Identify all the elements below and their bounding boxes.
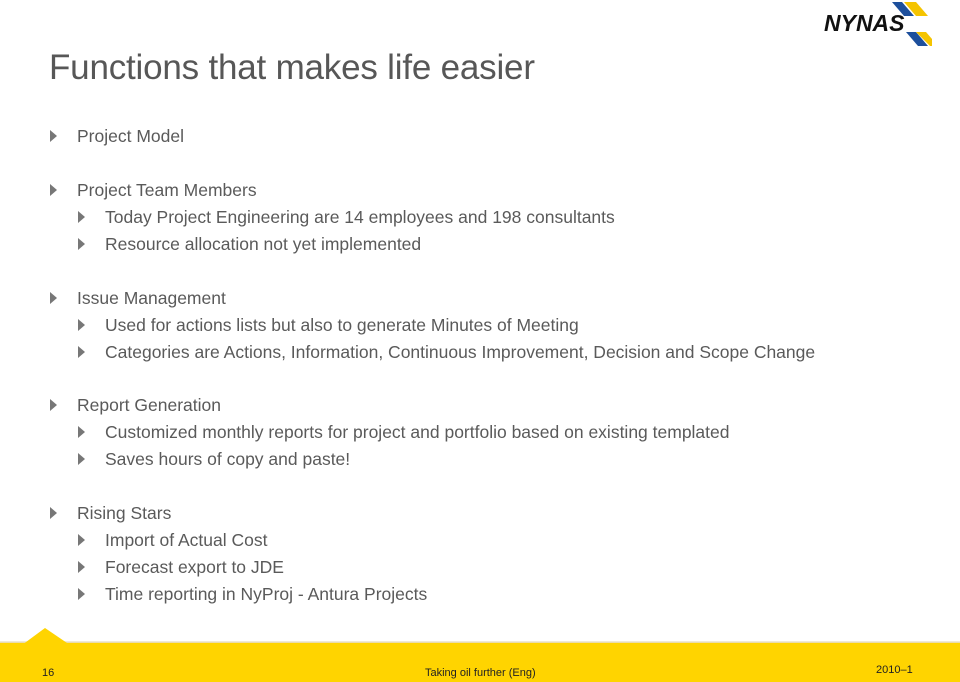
slide-title: Functions that makes life easier: [49, 48, 535, 87]
bullet-text: Rising Stars: [77, 503, 172, 523]
bullet-text: Project Team Members: [77, 180, 257, 200]
nynas-logo: NYNAS: [824, 2, 932, 46]
bullet-text: Resource allocation not yet implemented: [105, 234, 422, 254]
bullet-arrow-icon: [78, 319, 85, 331]
bullet-project-team-members: Project Team Members: [50, 180, 257, 201]
footer-bar: 16 Taking oil further (Eng) 2010–1: [0, 643, 960, 682]
bullet-text: Time reporting in NyProj - Antura Projec…: [105, 584, 428, 604]
sub-bullet: Time reporting in NyProj - Antura Projec…: [78, 584, 428, 605]
bullet-issue-management: Issue Management: [50, 288, 226, 309]
footer-tagline: Taking oil further (Eng): [425, 667, 536, 679]
bullet-text: Used for actions lists but also to gener…: [105, 315, 579, 335]
bullet-arrow-icon: [78, 238, 85, 250]
bullet-text: Forecast export to JDE: [105, 557, 284, 577]
sub-bullet: Used for actions lists but also to gener…: [78, 315, 579, 336]
sub-bullet: Today Project Engineering are 14 employe…: [78, 207, 615, 228]
bullet-arrow-icon: [78, 211, 85, 223]
bullet-arrow-icon: [78, 534, 85, 546]
sub-bullet: Resource allocation not yet implemented: [78, 234, 422, 255]
bullet-report-generation: Report Generation: [50, 395, 221, 416]
bullet-project-model: Project Model: [50, 126, 184, 147]
bullet-text: Customized monthly reports for project a…: [105, 422, 730, 442]
sub-bullet: Forecast export to JDE: [78, 557, 284, 578]
bullet-text: Categories are Actions, Information, Con…: [105, 342, 816, 362]
sub-bullet: Customized monthly reports for project a…: [78, 422, 730, 443]
page-number: 16: [42, 667, 55, 679]
bullet-arrow-icon: [78, 346, 85, 358]
bullet-rising-stars: Rising Stars: [50, 503, 172, 524]
bullet-arrow-icon: [50, 399, 57, 411]
bullet-text: Report Generation: [77, 395, 221, 415]
bullet-arrow-icon: [50, 130, 57, 142]
footer-version: 2010–1: [876, 664, 913, 676]
bullet-arrow-icon: [78, 453, 85, 465]
bullet-arrow-icon: [78, 426, 85, 438]
bullet-arrow-icon: [78, 561, 85, 573]
bullet-arrow-icon: [50, 184, 57, 196]
logo-text: NYNAS: [824, 10, 905, 36]
sub-bullet: Saves hours of copy and paste!: [78, 449, 351, 470]
bullet-text: Issue Management: [77, 288, 226, 308]
bullet-arrow-icon: [50, 292, 57, 304]
bullet-text: Import of Actual Cost: [105, 530, 268, 550]
sub-bullet: Import of Actual Cost: [78, 530, 268, 551]
bullet-text: Project Model: [77, 126, 184, 146]
bullet-text: Saves hours of copy and paste!: [105, 449, 351, 469]
bullet-arrow-icon: [78, 588, 85, 600]
bullet-arrow-icon: [50, 507, 57, 519]
bullet-text: Today Project Engineering are 14 employe…: [105, 207, 615, 227]
sub-bullet: Categories are Actions, Information, Con…: [78, 342, 816, 363]
